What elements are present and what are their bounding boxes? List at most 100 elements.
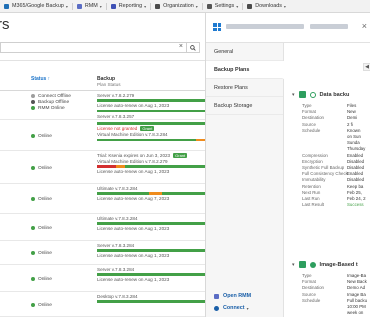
plan-status-icon: [309, 91, 316, 98]
backup-info: Server v.7.8.3.257: [97, 113, 205, 119]
plan-status-segment: [196, 138, 205, 141]
status-cell: Online: [31, 250, 52, 256]
table-row[interactable]: Online License not granted Grant Virtual Ma…: [0, 120, 205, 151]
table-row[interactable]: Online Server v.7.8.3.284 License auto-ren…: [0, 265, 205, 292]
nav-item-rmm[interactable]: RMM ▾: [73, 0, 106, 13]
backup-info: License auto-renew on Aug 1, 2023: [97, 277, 205, 283]
status-cell: Online: [31, 165, 52, 171]
table-row[interactable]: Connect Offline Backup Offline RMM Online S…: [0, 91, 205, 120]
plan-status-segment: [97, 165, 117, 168]
plan-status-bar[interactable]: [97, 99, 205, 102]
clear-icon[interactable]: ×: [179, 43, 183, 50]
plan-status-bar[interactable]: [97, 300, 205, 303]
panel-detail: ◀ ▾ Data backu Type Files Format New Destinati…: [284, 43, 370, 317]
column-header-status[interactable]: Status ↑: [31, 76, 50, 82]
plan-status-bar[interactable]: [97, 138, 205, 141]
search-button[interactable]: [186, 42, 200, 53]
table-row[interactable]: Online Trial: Ksenia expires on Jun 3, 20…: [0, 151, 205, 184]
backup-plan-header[interactable]: ▾ Image-Based t: [292, 261, 358, 268]
backup-cell: License not granted Grant Virtual Machine …: [97, 121, 205, 142]
nav-item-m365-google-backup[interactable]: M365/Google Backup ▾: [0, 0, 72, 13]
windows-icon: [213, 23, 221, 31]
backup-info-text: Server v.7.8.3.284: [97, 242, 135, 248]
plan-status-bar[interactable]: [97, 122, 205, 125]
panel-menu-general[interactable]: General: [206, 43, 283, 61]
cloud-icon: [4, 3, 9, 9]
status-dot-icon: [31, 303, 35, 307]
table-row[interactable]: Online Ultimate v.7.8.3.284 License auto-r…: [0, 214, 205, 241]
rmm-icon: [76, 3, 82, 9]
computer-name-redacted: [226, 24, 304, 29]
chevron-down-icon: ▾: [236, 3, 239, 9]
nav-item-label: M365/Google Backup: [12, 3, 64, 9]
table-row[interactable]: Online Server v.7.8.3.284 License auto-ren…: [0, 241, 205, 265]
connect-icon: [214, 305, 219, 311]
status-item: Online: [31, 225, 52, 231]
status-cell: Online: [31, 302, 52, 308]
backup-info: Server v.7.8.3.284: [97, 266, 205, 272]
nav-item-settings[interactable]: Settings ▾: [203, 0, 243, 13]
close-icon[interactable]: ×: [362, 21, 367, 31]
nav-item-downloads[interactable]: Downloads ▾: [243, 0, 290, 13]
backup-info: License auto-renew on Aug 1, 2023: [97, 103, 205, 109]
plan-status-bar[interactable]: [97, 273, 205, 276]
property-value: Success: [347, 202, 364, 208]
status-text: Backup Offline: [38, 99, 70, 105]
nav-item-organization[interactable]: Organization ▾: [151, 0, 202, 13]
panel-menu-backup-storage[interactable]: Backup Storage: [206, 97, 283, 115]
backup-info: Server v.7.8.2.279: [97, 92, 205, 98]
nav-item-label: Organization: [163, 3, 194, 9]
property-row: week on: [302, 310, 370, 316]
chevron-down-icon[interactable]: ▾: [292, 92, 295, 98]
windows-icon: [298, 261, 306, 268]
status-text: Online: [38, 165, 52, 171]
backup-info-text: Server v.7.8.3.284: [97, 266, 135, 272]
panel-menu-backup-plans[interactable]: Backup Plans: [206, 61, 284, 79]
menu-foot-label: Connect: [223, 305, 245, 311]
status-item: Online: [31, 165, 52, 171]
panel-menu-restore-plans[interactable]: Restore Plans: [206, 79, 283, 97]
backup-info-text: License auto-renew on Aug 1, 2023: [97, 226, 170, 231]
search-icon: [190, 44, 196, 51]
plan-status-bar[interactable]: [97, 165, 205, 168]
grant-button[interactable]: Grant: [173, 152, 188, 158]
status-dot-icon: [31, 106, 35, 110]
nav-item-label: Settings: [214, 3, 235, 9]
plan-status-bar[interactable]: [97, 192, 205, 195]
status-dot-icon: [31, 251, 35, 255]
chart-icon: [110, 3, 116, 9]
plan-status-bar[interactable]: [97, 109, 205, 112]
open-rmm-button[interactable]: Open RMM: [214, 293, 251, 299]
chevron-left-icon[interactable]: ◀: [363, 63, 370, 71]
plan-properties: Type Image-Ba Format New Back Destination Dem…: [302, 273, 370, 316]
connect-button[interactable]: Connect ▾: [214, 305, 249, 311]
property-label: [302, 310, 347, 316]
grant-button[interactable]: Grant: [140, 126, 155, 131]
search-input[interactable]: ×: [0, 42, 186, 53]
status-item: Online: [31, 276, 52, 282]
chevron-down-icon[interactable]: ▾: [292, 262, 295, 268]
status-text: Online: [38, 276, 52, 282]
status-cell: Connect Offline Backup Offline RMM Online: [31, 93, 71, 111]
status-item: Online: [31, 196, 52, 202]
computer-id-redacted: [310, 24, 348, 29]
backup-info: Ultimate v.7.8.3.284: [97, 185, 205, 191]
table-row[interactable]: Online Desktop v.7.8.3.284: [0, 292, 205, 317]
plan-status-segment: [97, 122, 205, 125]
plan-status-bar[interactable]: [97, 249, 205, 252]
plan-status-bar[interactable]: [97, 222, 205, 225]
plan-status-segment: [97, 249, 205, 252]
plan-status-segment: [97, 138, 197, 141]
plan-status-segment: [148, 192, 162, 195]
nav-item-reporting[interactable]: Reporting ▾: [107, 0, 150, 13]
table-row[interactable]: Online Ultimate v.7.8.3.284 License auto-r…: [0, 184, 205, 214]
backup-info: License auto-renew on Aug 1, 2023: [97, 226, 205, 232]
backup-plan-header[interactable]: ▾ Data backu: [292, 91, 349, 98]
download-icon: [247, 3, 253, 9]
backup-info-text: Server v.7.8.3.257: [97, 113, 135, 119]
nav-item-label: Downloads: [255, 3, 282, 9]
plan-status-segment: [97, 300, 205, 303]
backup-cell: Server v.7.8.3.284 License auto-renew on …: [97, 266, 205, 283]
status-cell: Online: [31, 133, 52, 139]
status-dot-icon: [31, 134, 35, 138]
